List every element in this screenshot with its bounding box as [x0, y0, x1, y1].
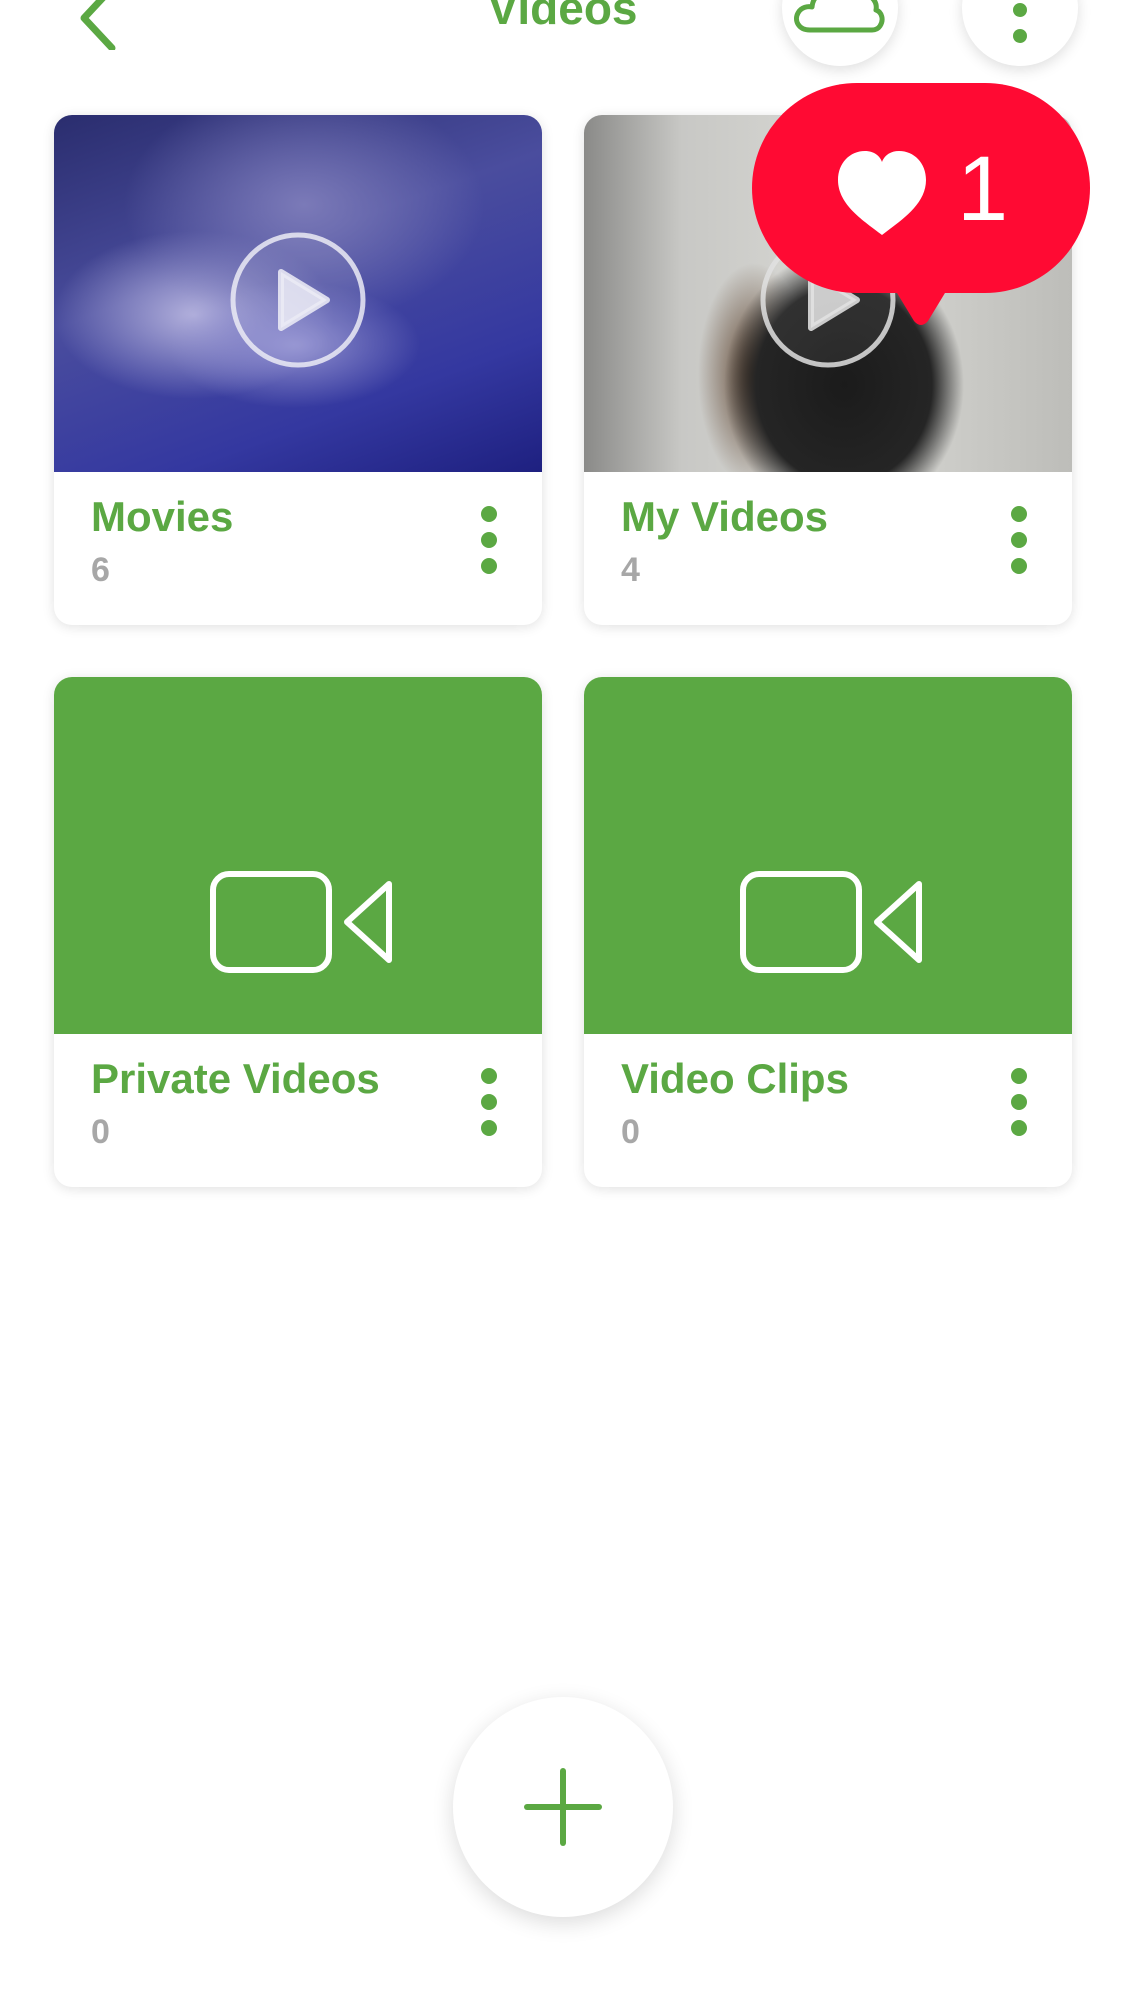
album-card-private-videos[interactable]: Private Videos 0 — [54, 677, 542, 1187]
album-count: 0 — [621, 1113, 640, 1151]
more-vertical-icon — [481, 506, 497, 574]
album-menu-button[interactable] — [459, 1052, 519, 1152]
video-camera-icon — [740, 871, 922, 973]
page-title: Videos — [487, 0, 638, 34]
video-camera-icon — [210, 871, 392, 973]
album-card-video-clips[interactable]: Video Clips 0 — [584, 677, 1072, 1187]
album-title: Private Videos — [91, 1055, 380, 1102]
play-icon — [230, 232, 366, 368]
more-vertical-icon — [1011, 506, 1027, 574]
album-thumbnail — [54, 115, 542, 472]
album-card-movies[interactable]: Movies 6 — [54, 115, 542, 625]
album-menu-button[interactable] — [989, 1052, 1049, 1152]
cloud-sync-button[interactable] — [782, 0, 898, 66]
cloud-icon — [794, 0, 885, 33]
more-options-button[interactable] — [962, 0, 1078, 66]
more-vertical-icon — [1011, 1068, 1027, 1136]
more-vertical-icon — [481, 1068, 497, 1136]
album-count: 6 — [91, 551, 110, 589]
header-bar: Videos — [0, 0, 1125, 80]
album-thumbnail — [584, 677, 1072, 1034]
album-menu-button[interactable] — [989, 490, 1049, 590]
album-thumbnail — [54, 677, 542, 1034]
notification-bubble-shape — [752, 83, 1090, 325]
album-title: Movies — [91, 493, 234, 540]
like-notification[interactable]: 1 — [752, 83, 1090, 328]
album-count: 4 — [621, 551, 640, 589]
plus-icon — [524, 1768, 602, 1846]
album-title: My Videos — [621, 493, 828, 540]
album-menu-button[interactable] — [459, 490, 519, 590]
more-vertical-icon — [1013, 3, 1027, 43]
album-count: 0 — [91, 1113, 110, 1151]
like-count: 1 — [957, 138, 1009, 240]
add-album-button[interactable] — [453, 1697, 673, 1917]
album-title: Video Clips — [621, 1055, 849, 1102]
